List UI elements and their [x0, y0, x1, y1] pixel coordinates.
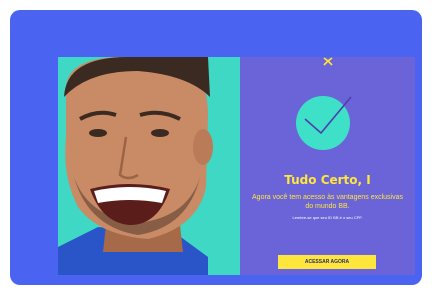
- id-note: Lembre-se que seu ID BB é o seu CPF.: [292, 215, 363, 220]
- promo-panel: Tudo Certo, I Agora você tem acesso às v…: [240, 57, 415, 275]
- device-frame: Tudo Certo, I Agora você tem acesso às v…: [10, 10, 422, 285]
- smiling-man-image: [58, 57, 240, 275]
- welcome-screen: Tudo Certo, I Agora você tem acesso às v…: [58, 57, 415, 275]
- access-now-button[interactable]: ACESSAR AGORA: [278, 255, 376, 269]
- bb-logo-icon: [240, 57, 415, 67]
- check-icon: [296, 96, 352, 150]
- hero-photo: [58, 57, 240, 275]
- headline: Tudo Certo, I: [284, 173, 371, 187]
- subtitle: Agora você tem acesso às vantagens exclu…: [252, 194, 403, 210]
